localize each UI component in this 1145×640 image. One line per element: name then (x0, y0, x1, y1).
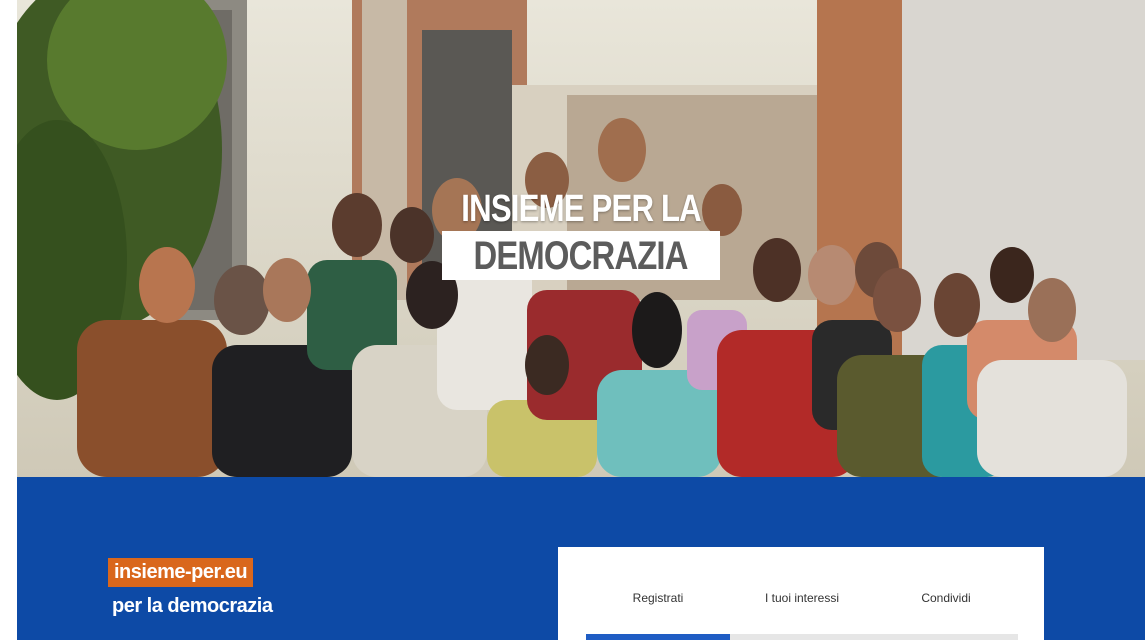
tab-registrati[interactable]: Registrati (586, 591, 730, 605)
tab-condividi[interactable]: Condividi (874, 591, 1018, 605)
hero-title-highlight: DEMOCRAZIA (442, 231, 720, 280)
hero-title-line1: INSIEME PER LA (461, 188, 701, 230)
tab-interessi[interactable]: I tuoi interessi (730, 591, 874, 605)
tab-bar: Registrati I tuoi interessi Condividi (586, 591, 1018, 640)
brand-tag[interactable]: insieme-per.eu (108, 558, 254, 587)
signup-card: Registrati I tuoi interessi Condividi (558, 547, 1044, 640)
hero-title: INSIEME PER LA DEMOCRAZIA (17, 188, 1145, 280)
brand-band: insieme-per.eu per la democrazia Registr… (17, 477, 1145, 640)
brand-subtitle: per la democrazia (112, 595, 273, 617)
tab-active-indicator (586, 634, 730, 640)
hero-title-line2: DEMOCRAZIA (473, 234, 689, 278)
hero-banner: INSIEME PER LA DEMOCRAZIA (17, 0, 1145, 477)
